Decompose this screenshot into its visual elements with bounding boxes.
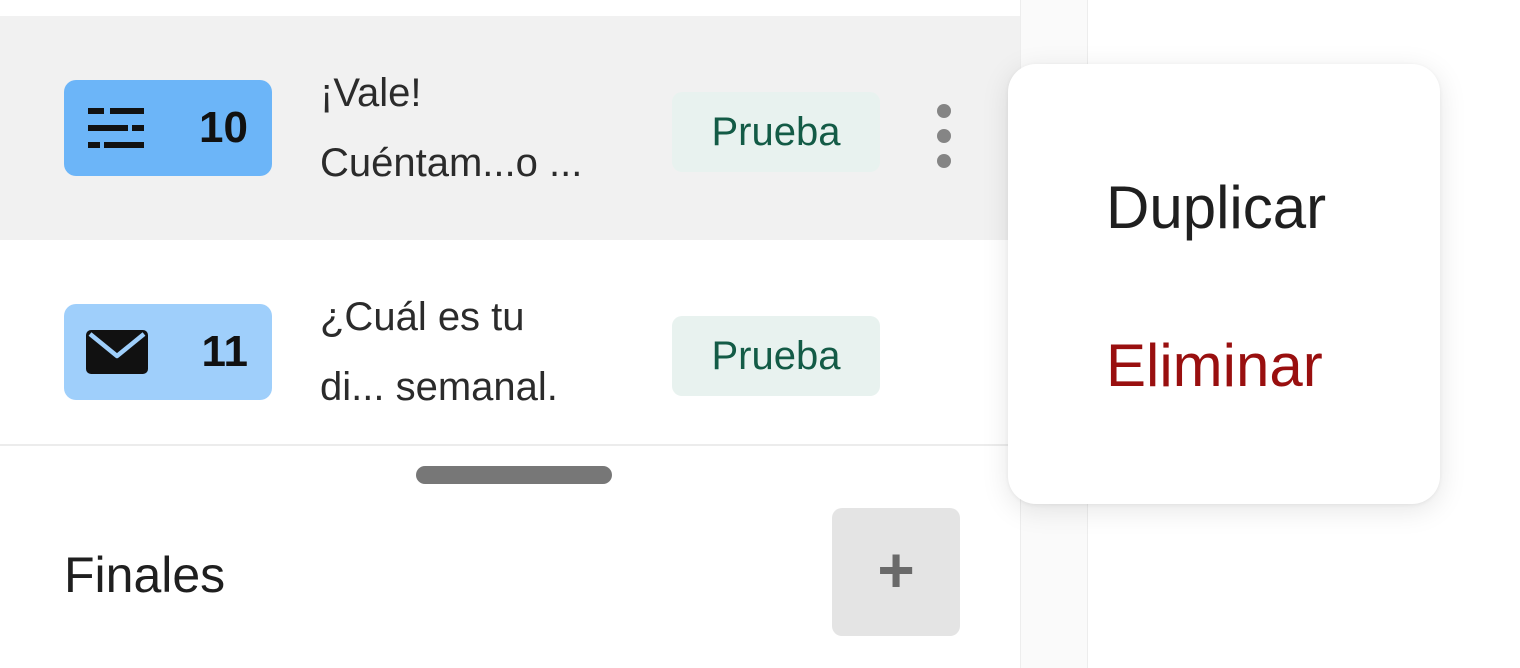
more-vertical-icon xyxy=(937,104,951,118)
question-number: 10 xyxy=(199,103,248,152)
envelope-icon xyxy=(86,330,148,374)
question-text: ¿Cuál es tu di... semanal. xyxy=(320,282,660,422)
more-options-button[interactable] xyxy=(920,96,968,176)
question-text: ¡Vale! Cuéntam...o ... xyxy=(320,58,660,198)
question-text-line-2: Cuéntam...o ... xyxy=(320,141,583,185)
menu-item-delete[interactable]: Eliminar xyxy=(1106,326,1323,406)
more-vertical-icon-dot xyxy=(937,129,951,143)
add-ending-button[interactable]: + xyxy=(832,508,960,636)
plus-icon: + xyxy=(877,534,915,606)
more-vertical-icon-dot xyxy=(937,154,951,168)
resize-handle[interactable] xyxy=(416,466,612,484)
list-item[interactable]: 11 ¿Cuál es tu di... semanal. Prueba xyxy=(0,240,1020,446)
menu-item-duplicate[interactable]: Duplicar xyxy=(1106,168,1326,248)
status-badge: Prueba xyxy=(672,92,880,172)
app-canvas: 10 ¡Vale! Cuéntam...o ... Prueba 11 ¿Cuá… xyxy=(0,0,1520,668)
status-badge: Prueba xyxy=(672,316,880,396)
short-text-icon xyxy=(88,108,144,148)
context-menu: Duplicar Eliminar xyxy=(1008,64,1440,504)
section-title: Finales xyxy=(64,547,226,603)
list-item[interactable]: 10 ¡Vale! Cuéntam...o ... Prueba xyxy=(0,16,1020,240)
question-text-line-2: di... semanal. xyxy=(320,365,558,409)
question-text-line-1: ¡Vale! xyxy=(320,71,422,115)
question-type-badge: 11 xyxy=(64,304,272,400)
question-number: 11 xyxy=(201,327,248,376)
question-text-line-1: ¿Cuál es tu xyxy=(320,295,525,339)
question-list-panel: 10 ¡Vale! Cuéntam...o ... Prueba 11 ¿Cuá… xyxy=(0,0,1020,668)
question-type-badge: 10 xyxy=(64,80,272,176)
